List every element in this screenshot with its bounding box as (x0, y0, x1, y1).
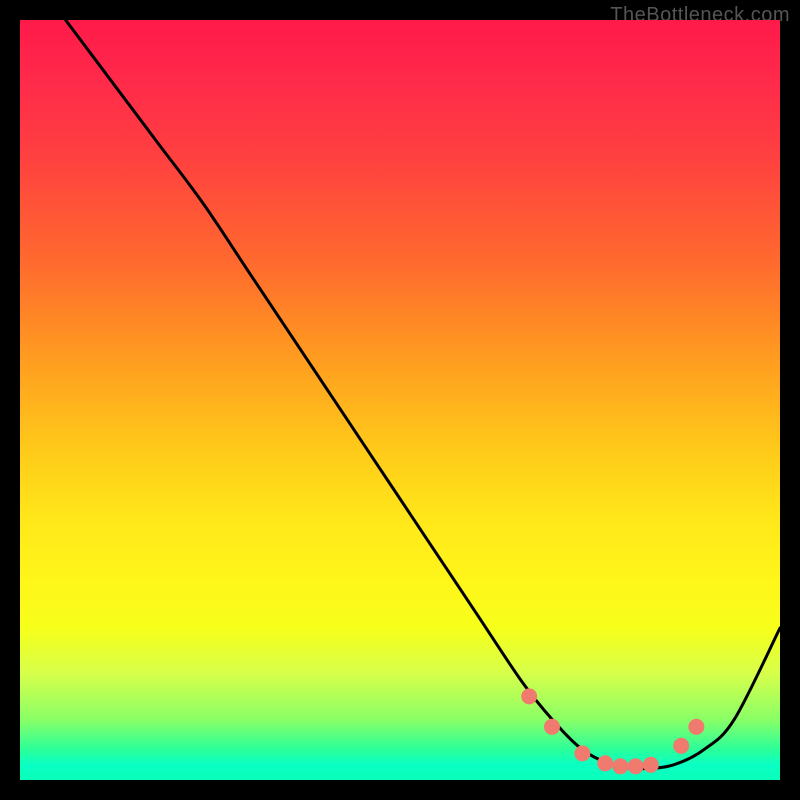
plot-area (20, 20, 780, 780)
bottleneck-curve (66, 20, 780, 769)
marker-dot (544, 719, 560, 735)
marker-dot (628, 758, 644, 774)
chart-frame: TheBottleneck.com (0, 0, 800, 800)
marker-group (521, 688, 704, 774)
marker-dot (643, 757, 659, 773)
marker-dot (673, 738, 689, 754)
marker-dot (688, 719, 704, 735)
curve-svg (20, 20, 780, 780)
marker-dot (612, 758, 628, 774)
marker-dot (521, 688, 537, 704)
marker-dot (597, 755, 613, 771)
marker-dot (574, 745, 590, 761)
